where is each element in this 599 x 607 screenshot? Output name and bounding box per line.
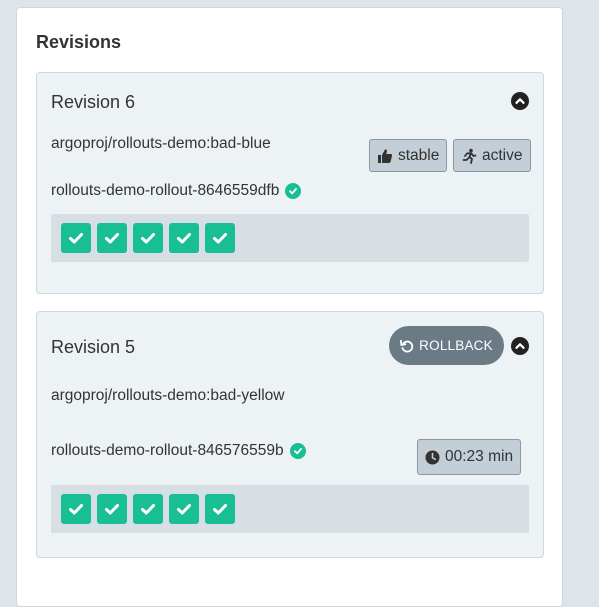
- chevron-up-icon: [515, 343, 525, 349]
- replicaset-name: rollouts-demo-rollout-846576559b: [51, 442, 284, 459]
- check-icon: [177, 504, 191, 515]
- replicaset-name: rollouts-demo-rollout-8646559dfb: [51, 182, 280, 199]
- undo-icon: [400, 339, 414, 352]
- collapse-button[interactable]: [511, 92, 529, 110]
- check-icon: [177, 233, 191, 244]
- check-icon: [69, 504, 83, 515]
- revisions-panel: Revisions Revision 6 argoproj/rollouts-d…: [16, 7, 563, 607]
- active-tag: active: [453, 139, 531, 172]
- revision-image: argoproj/rollouts-demo:bad-yellow: [51, 387, 285, 404]
- pod-status[interactable]: [133, 223, 163, 253]
- pods-bar: [51, 485, 529, 533]
- collapse-button[interactable]: [511, 337, 529, 355]
- stable-tag: stable: [369, 139, 448, 172]
- rollback-label: ROLLBACK: [419, 338, 493, 353]
- stable-tag-label: stable: [398, 146, 440, 164]
- check-icon: [141, 233, 155, 244]
- check-circle-icon: [289, 443, 306, 459]
- clock-icon: [425, 450, 440, 464]
- check-icon: [141, 504, 155, 515]
- panel-title: Revisions: [36, 32, 122, 52]
- pod-status[interactable]: [97, 494, 127, 524]
- replicaset-row: rollouts-demo-rollout-8646559dfb: [51, 182, 302, 200]
- timer-label: 00:23 min: [445, 448, 514, 465]
- check-icon: [105, 233, 119, 244]
- pod-status[interactable]: [169, 223, 199, 253]
- revision-image: argoproj/rollouts-demo:bad-blue: [51, 135, 271, 152]
- check-icon: [213, 233, 227, 244]
- chevron-up-icon: [515, 98, 525, 104]
- pod-status[interactable]: [61, 494, 91, 524]
- check-icon: [69, 233, 83, 244]
- active-tag-label: active: [482, 146, 523, 164]
- running-icon: [462, 148, 477, 164]
- revision-title: Revision 6: [51, 92, 136, 112]
- check-icon: [105, 504, 119, 515]
- revision-card-5: Revision 5 ROLLBACK argoproj/rollouts-de…: [36, 311, 544, 558]
- thumbs-up-icon: [378, 148, 393, 163]
- pod-status[interactable]: [205, 494, 235, 524]
- replicaset-row: rollouts-demo-rollout-846576559b: [51, 442, 306, 460]
- pods-bar: [51, 214, 529, 262]
- rollback-button[interactable]: ROLLBACK: [389, 326, 504, 365]
- check-icon: [213, 504, 227, 515]
- timer-tag: 00:23 min: [417, 439, 522, 475]
- revision-card-6: Revision 6 argoproj/rollouts-demo:bad-bl…: [36, 72, 544, 294]
- pod-status[interactable]: [133, 494, 163, 524]
- pod-status[interactable]: [61, 223, 91, 253]
- check-circle-icon: [285, 183, 302, 199]
- revision-title: Revision 5: [51, 337, 136, 357]
- pod-status[interactable]: [205, 223, 235, 253]
- pod-status[interactable]: [97, 223, 127, 253]
- pod-status[interactable]: [169, 494, 199, 524]
